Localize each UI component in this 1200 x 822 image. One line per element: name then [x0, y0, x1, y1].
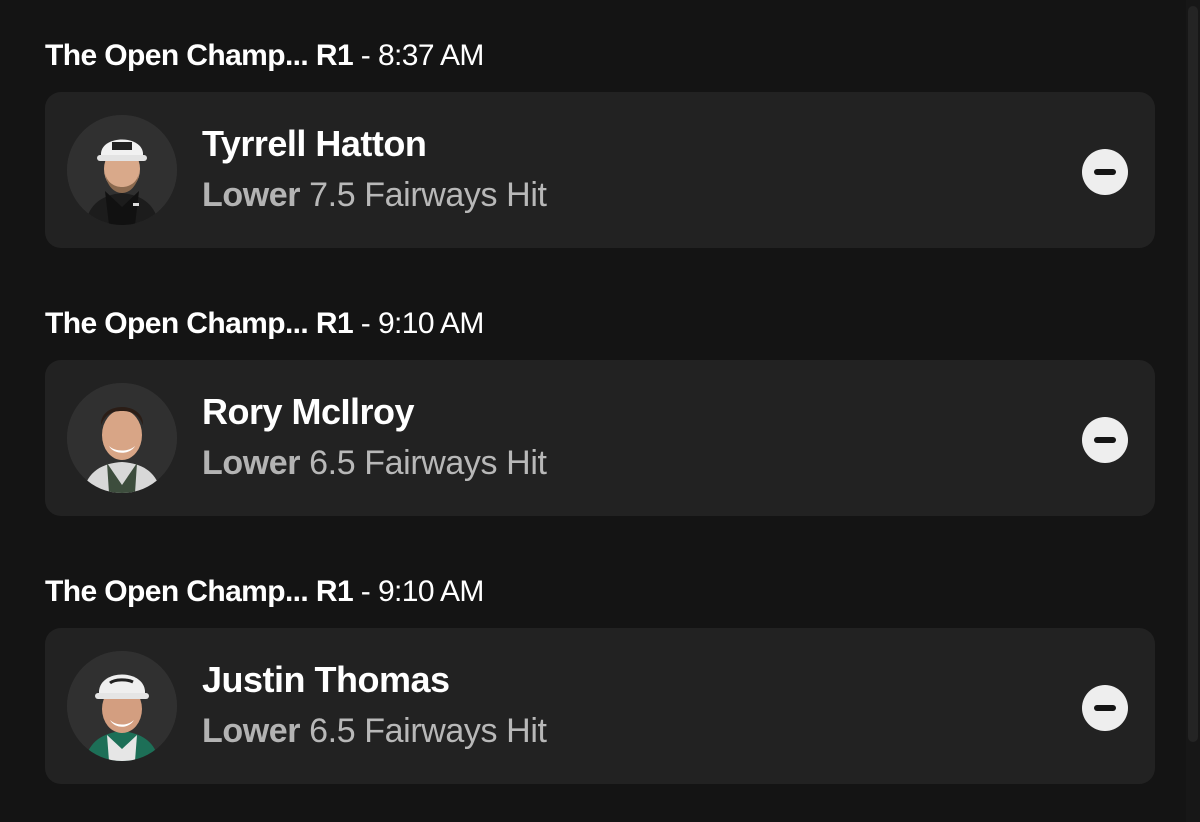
player-name: Tyrrell Hatton [202, 123, 427, 164]
player-name: Justin Thomas [202, 659, 450, 700]
remove-pick-button[interactable] [1082, 417, 1128, 463]
round-label: R1 [315, 39, 354, 72]
time-separator: - [353, 39, 378, 72]
pick-card[interactable]: Tyrrell Hatton Lower 7.5 Fairways Hit [45, 92, 1155, 248]
prop-line: Lower 7.5 Fairways Hit [202, 176, 547, 215]
time-separator: - [353, 307, 378, 340]
event-header: The Open Champ... R1 - 9:10 AM [45, 304, 484, 344]
prop-stat: Fairways Hit [364, 712, 547, 750]
prop-stat: Fairways Hit [364, 176, 547, 214]
start-time: 8:37 AM [377, 39, 484, 72]
prop-line: Lower 6.5 Fairways Hit [202, 712, 547, 751]
player-headshot-icon [67, 115, 177, 225]
scrollbar-track[interactable] [1186, 0, 1200, 822]
prop-line-value: 6.5 [309, 712, 356, 750]
start-time: 9:10 AM [377, 307, 484, 340]
pick-card[interactable]: Rory McIlroy Lower 6.5 Fairways Hit [45, 360, 1155, 516]
event-header: The Open Champ... R1 - 8:37 AM [45, 36, 484, 76]
player-headshot-icon [67, 651, 177, 761]
event-name: The Open Champ... [45, 575, 309, 608]
prop-stat: Fairways Hit [364, 444, 547, 482]
minus-icon [1094, 437, 1116, 443]
scrollbar-thumb[interactable] [1188, 6, 1198, 742]
pick-direction: Lower [202, 176, 301, 214]
round-label: R1 [315, 307, 354, 340]
pick-direction: Lower [202, 444, 301, 482]
round-label: R1 [315, 575, 354, 608]
minus-icon [1094, 169, 1116, 175]
prop-line-value: 7.5 [309, 176, 356, 214]
event-header: The Open Champ... R1 - 9:10 AM [45, 572, 484, 612]
start-time: 9:10 AM [377, 575, 484, 608]
pick-direction: Lower [202, 712, 301, 750]
prop-line-value: 6.5 [309, 444, 356, 482]
player-name: Rory McIlroy [202, 391, 415, 432]
remove-pick-button[interactable] [1082, 149, 1128, 195]
minus-icon [1094, 705, 1116, 711]
time-separator: - [353, 575, 378, 608]
event-name: The Open Champ... [45, 39, 309, 72]
player-headshot-icon [67, 383, 177, 493]
pick-card[interactable]: Justin Thomas Lower 6.5 Fairways Hit [45, 628, 1155, 784]
event-name: The Open Champ... [45, 307, 309, 340]
remove-pick-button[interactable] [1082, 685, 1128, 731]
prop-line: Lower 6.5 Fairways Hit [202, 444, 547, 483]
